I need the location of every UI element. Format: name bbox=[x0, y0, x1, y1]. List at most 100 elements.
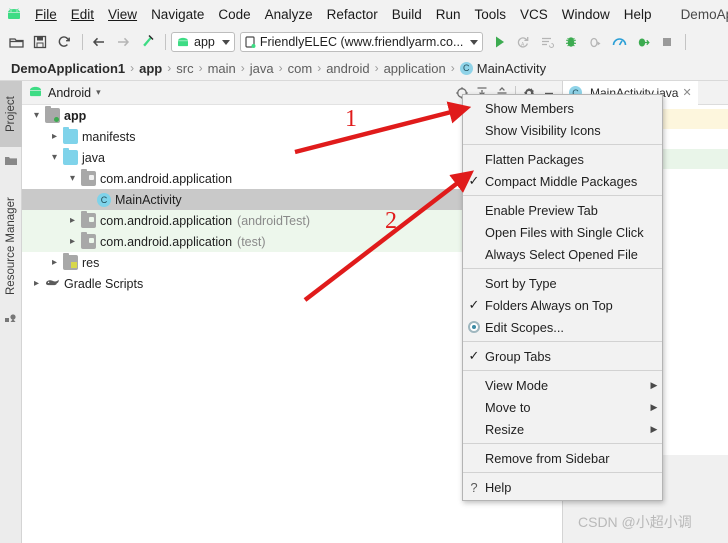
back-arrow-icon[interactable] bbox=[88, 31, 110, 53]
run-icon[interactable] bbox=[488, 31, 510, 53]
menu-item-move-to[interactable]: Move to ▶ bbox=[463, 396, 662, 418]
breadcrumb-item-main[interactable]: main bbox=[208, 61, 236, 76]
checkmark-icon-group-tabs: ✓ bbox=[468, 348, 480, 363]
breadcrumb-separator-6: › bbox=[317, 61, 322, 75]
menu-window-label: Window bbox=[561, 6, 610, 22]
breadcrumb-item-java[interactable]: java bbox=[250, 61, 274, 76]
breadcrumb-item-mainactivity[interactable]: MainActivity bbox=[477, 61, 546, 76]
menu-item-enable-preview-tab[interactable]: Enable Preview Tab bbox=[463, 199, 662, 221]
chevron-down-icon-package[interactable] bbox=[66, 173, 79, 184]
tree-row-suffix: (androidTest) bbox=[237, 213, 310, 228]
menu-tools[interactable]: Tools bbox=[468, 5, 514, 24]
menu-vcs[interactable]: VCS bbox=[513, 5, 555, 24]
profiler-icon[interactable] bbox=[608, 31, 630, 53]
menu-item-view-mode[interactable]: View Mode ▶ bbox=[463, 374, 662, 396]
forward-arrow-icon[interactable] bbox=[112, 31, 134, 53]
menu-item-compact-middle-packages[interactable]: ✓ Compact Middle Packages bbox=[463, 170, 662, 192]
menu-item-show-members[interactable]: Show Members bbox=[463, 97, 662, 119]
chevron-right-icon-test[interactable] bbox=[66, 236, 79, 247]
menu-refactor[interactable]: Refactor bbox=[320, 5, 385, 24]
annotation-number-2: 2 bbox=[385, 208, 397, 234]
chevron-right-icon-manifests[interactable] bbox=[48, 131, 61, 142]
menu-item-label: View Mode bbox=[485, 377, 549, 393]
project-settings-context-menu: Show Members Show Visibility Icons Flatt… bbox=[462, 94, 663, 501]
menu-item-edit-scopes[interactable]: Edit Scopes... bbox=[463, 316, 662, 338]
close-icon[interactable]: ✕ bbox=[682, 86, 691, 99]
menu-edit-label: Edit bbox=[70, 6, 95, 22]
menu-help-label: Help bbox=[623, 6, 652, 22]
apply-changes-icon[interactable]: A bbox=[512, 31, 534, 53]
sidebar-item-project[interactable]: Project bbox=[0, 81, 22, 147]
menu-item-help[interactable]: ? Help bbox=[463, 476, 662, 498]
menu-item-resize[interactable]: Resize ▶ bbox=[463, 418, 662, 440]
menu-item-remove-from-sidebar[interactable]: Remove from Sidebar bbox=[463, 447, 662, 469]
menu-analyze[interactable]: Analyze bbox=[258, 5, 320, 24]
menu-item-sort-by-type[interactable]: Sort by Type bbox=[463, 272, 662, 294]
chevron-down-icon-app[interactable] bbox=[30, 110, 43, 121]
project-folder-icon bbox=[5, 153, 17, 171]
chevron-right-icon-androidtest[interactable] bbox=[66, 215, 79, 226]
menu-refactor-label: Refactor bbox=[326, 6, 378, 22]
submenu-arrow-icon-resize: ▶ bbox=[650, 423, 658, 434]
debug-icon[interactable] bbox=[560, 31, 582, 53]
save-all-icon[interactable] bbox=[29, 31, 51, 53]
menu-file[interactable]: File bbox=[28, 5, 64, 24]
menu-item-always-select-opened-file[interactable]: Always Select Opened File bbox=[463, 243, 662, 265]
sidebar-item-resource-manager[interactable]: Resource Manager bbox=[0, 186, 22, 306]
menu-item-group-tabs[interactable]: ✓ Group Tabs bbox=[463, 345, 662, 367]
menu-item-label: Remove from Sidebar bbox=[485, 450, 610, 466]
toolbar-divider-3 bbox=[685, 34, 687, 50]
breadcrumb-separator-5: › bbox=[278, 61, 283, 75]
menu-view-label: View bbox=[108, 6, 138, 22]
project-view-selector-label[interactable]: Android bbox=[48, 86, 91, 100]
menu-item-open-files-single-click[interactable]: Open Files with Single Click bbox=[463, 221, 662, 243]
sync-icon[interactable] bbox=[53, 31, 75, 53]
menu-item-flatten-packages[interactable]: Flatten Packages bbox=[463, 148, 662, 170]
menu-code[interactable]: Code bbox=[211, 5, 257, 24]
tree-row-label: manifests bbox=[82, 129, 136, 144]
tree-row-label: com.android.application bbox=[100, 213, 233, 228]
module-selector[interactable]: app bbox=[171, 32, 235, 52]
chevron-right-icon-res[interactable] bbox=[48, 257, 61, 268]
menu-item-show-visibility-icons[interactable]: Show Visibility Icons bbox=[463, 119, 662, 141]
device-selector-label: FriendlyELEC (www.friendlyarm.co... bbox=[259, 35, 464, 49]
breadcrumb-item-application[interactable]: application bbox=[384, 61, 446, 76]
apply-code-changes-icon[interactable] bbox=[536, 31, 558, 53]
run-with-coverage-icon[interactable] bbox=[632, 31, 654, 53]
menu-build[interactable]: Build bbox=[385, 5, 429, 24]
device-selector[interactable]: FriendlyELEC (www.friendlyarm.co... bbox=[239, 32, 484, 52]
folder-blue-icon bbox=[63, 127, 78, 144]
menu-item-folders-always-on-top[interactable]: ✓ Folders Always on Top bbox=[463, 294, 662, 316]
module-selector-label: app bbox=[194, 35, 215, 49]
menu-bar: File Edit View Navigate Code Analyze Ref… bbox=[0, 0, 728, 28]
sidebar-item-project-label: Project bbox=[5, 96, 17, 132]
chevron-right-icon-gradle[interactable] bbox=[30, 278, 43, 289]
tree-row-label: res bbox=[82, 255, 100, 270]
menu-view[interactable]: View bbox=[101, 5, 144, 24]
submenu-arrow-icon: ▶ bbox=[650, 379, 658, 390]
menu-edit[interactable]: Edit bbox=[64, 5, 101, 24]
menu-navigate[interactable]: Navigate bbox=[144, 5, 211, 24]
attach-debugger-icon[interactable] bbox=[584, 31, 606, 53]
chevron-down-icon-java[interactable] bbox=[48, 152, 61, 163]
menu-run[interactable]: Run bbox=[429, 5, 468, 24]
menu-window[interactable]: Window bbox=[555, 5, 617, 24]
menu-item-label: Always Select Opened File bbox=[485, 246, 638, 262]
breadcrumb-item-app[interactable]: app bbox=[139, 61, 162, 76]
stop-icon[interactable] bbox=[656, 31, 678, 53]
menu-help[interactable]: Help bbox=[617, 5, 659, 24]
open-folder-icon[interactable] bbox=[5, 31, 27, 53]
breadcrumb-item-src[interactable]: src bbox=[176, 61, 193, 76]
breadcrumb-item-com[interactable]: com bbox=[288, 61, 313, 76]
breadcrumb-item-android[interactable]: android bbox=[326, 61, 369, 76]
annotation-number-1: 1 bbox=[345, 106, 357, 132]
menu-item-label: Show Visibility Icons bbox=[485, 122, 601, 138]
breadcrumb-item-project[interactable]: DemoApplication1 bbox=[11, 61, 125, 76]
breadcrumb-separator-7: › bbox=[374, 61, 379, 75]
tree-row-label: com.android.application bbox=[100, 171, 233, 186]
device-icon bbox=[245, 35, 256, 48]
menu-separator-7 bbox=[463, 472, 662, 473]
menu-item-label: Edit Scopes... bbox=[485, 319, 564, 335]
build-hammer-icon[interactable] bbox=[136, 31, 158, 53]
chevron-down-icon-view[interactable]: ▾ bbox=[96, 87, 101, 98]
